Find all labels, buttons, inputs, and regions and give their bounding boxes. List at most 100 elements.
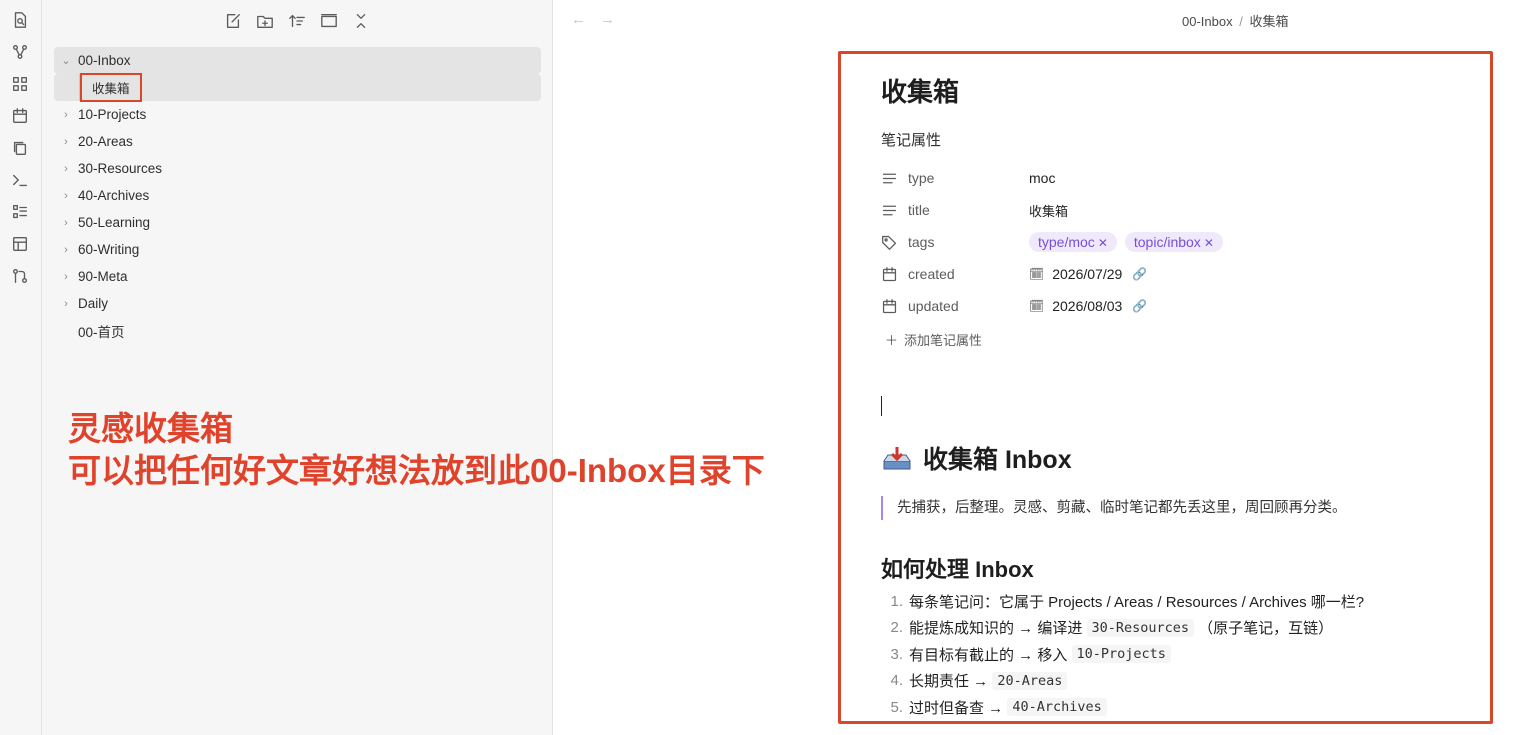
file-search-icon[interactable] [11,11,31,31]
property-row-title: title 收集箱 [881,194,1461,226]
property-key[interactable]: created [908,266,955,282]
checklist-icon[interactable] [11,203,31,223]
annotation-line-2: 可以把任何好文章好想法放到此00-Inbox目录下 [68,452,765,489]
tree-folder-50-learning[interactable]: › 50-Learning [54,209,541,236]
tree-item-label: 00-首页 [78,324,125,340]
tree-folder-60-writing[interactable]: › 60-Writing [54,236,541,263]
property-value[interactable]: moc [1029,170,1055,186]
tag-pill[interactable]: topic/inbox ✕ [1124,232,1223,252]
forward-arrow-icon[interactable]: → [600,11,615,28]
new-note-icon[interactable] [224,12,244,32]
breadcrumb-file[interactable]: 收集箱 [1249,14,1288,29]
property-row-tags: tags type/moc ✕ topic/inbox ✕ [881,226,1461,258]
chevron-right-icon: › [64,135,68,148]
property-value: type/moc ✕ topic/inbox ✕ [1029,232,1225,252]
list-item: 2. 能提炼成知识的 → 编译进 30-Resources （原子笔记，互链） [890,618,1334,638]
property-row-type: type moc [881,162,1461,194]
property-key[interactable]: type [908,170,934,186]
collapse-icon[interactable] [320,12,340,32]
editor-header: ← → 00-Inbox / 收集箱 [553,0,1528,38]
chevron-right-icon: › [64,189,68,202]
property-key[interactable]: title [908,202,930,218]
breadcrumb-folder[interactable]: 00-Inbox [1182,14,1233,29]
git-icon[interactable] [11,267,31,287]
file-explorer-toolbar [224,12,372,32]
tree-folder-40-archives[interactable]: › 40-Archives [54,182,541,209]
layout-icon[interactable] [11,235,31,255]
plus-icon: ＋ [885,333,899,348]
property-row-created: created 🗓 2026/07/29 🔗 [881,258,1461,290]
list-item: 3. 有目标有截止的 → 移入 10-Projects [881,641,1461,668]
collapse-all-icon[interactable] [352,12,372,32]
sort-icon[interactable] [288,12,308,32]
add-property-button[interactable]: ＋ 添加笔记属性 [881,330,1461,349]
chevron-down-icon: ⌄ [61,55,71,67]
left-ribbon [0,0,42,735]
property-value[interactable]: 🗓 2026/07/29 🔗 [1029,266,1147,282]
tree-folder-daily[interactable]: › Daily [54,290,541,317]
inline-code: 30-Resources [1086,618,1195,637]
property-row-updated: updated 🗓 2026/08/03 🔗 [881,290,1461,322]
chevron-right-icon: › [64,108,68,121]
chevron-right-icon: › [64,270,68,283]
tree-folder-00-inbox[interactable]: ⌄ 00-Inbox [54,47,541,74]
list-item: 4. 长期责任 → 20-Areas [881,668,1461,695]
new-folder-icon[interactable] [256,12,276,32]
inbox-tray-icon [881,444,913,472]
calendar-icon[interactable] [11,107,31,127]
tree-file-home[interactable]: › 00-首页 [54,317,541,344]
tree-item-label: 50-Learning [78,215,151,230]
link-icon[interactable]: 🔗 [1132,267,1147,281]
note-editor: 收集箱 笔记属性 type moc title 收集箱 tags type/mo… [881,54,1461,721]
blockquote: 先捕获，后整理。灵感、剪藏、临时笔记都先丢这里，周回顾再分类。 [881,496,1461,520]
inline-code: 40-Archives [1007,698,1107,717]
file-tree: ⌄ 00-Inbox 收集箱 › 10-Projects › 20-Areas … [54,47,541,344]
properties-heading: 笔记属性 [881,132,942,149]
tree-folder-10-projects[interactable]: › 10-Projects [54,101,541,128]
grid-icon[interactable] [11,75,31,95]
property-value[interactable]: 🗓 2026/08/03 🔗 [1029,298,1147,314]
text-lines-icon [882,205,897,215]
chevron-right-icon: › [64,297,68,310]
tag-pill[interactable]: type/moc ✕ [1029,232,1117,252]
terminal-icon[interactable] [11,171,31,191]
tree-item-label: 收集箱 [80,73,142,102]
inline-code: 20-Areas [992,671,1068,690]
chevron-right-icon: › [64,216,68,229]
list-item: 5. 过时但备查 → 40-Archives [881,694,1461,721]
breadcrumb-separator: / [1239,14,1243,29]
text-lines-icon [882,173,897,183]
tree-indent-guide [54,74,80,101]
inline-code: 10-Projects [1071,645,1171,664]
tree-folder-30-resources[interactable]: › 30-Resources [54,155,541,182]
chevron-right-icon: › [64,243,68,256]
remove-tag-icon[interactable]: ✕ [1098,236,1108,250]
copy-icon[interactable] [11,139,31,159]
tag-icon [882,235,897,250]
calendar-icon [882,298,897,313]
tree-folder-90-meta[interactable]: › 90-Meta [54,263,541,290]
heading-how-to: 如何处理 Inbox [881,557,1034,582]
tree-file-shoujixiang[interactable]: 收集箱 [54,73,541,102]
text-cursor [881,396,882,416]
tree-item-label: 40-Archives [78,188,150,203]
graph-icon[interactable] [11,43,31,63]
tree-item-label: 10-Projects [78,107,147,122]
remove-tag-icon[interactable]: ✕ [1204,236,1214,250]
link-icon[interactable]: 🔗 [1132,299,1147,313]
date-icon: 🗓 [1029,299,1045,313]
tree-item-label: 90-Meta [78,269,128,284]
tree-item-label: Daily [78,296,109,311]
note-title[interactable]: 收集箱 [881,72,1461,109]
tree-folder-20-areas[interactable]: › 20-Areas [54,128,541,155]
date-icon: 🗓 [1029,267,1045,281]
tree-item-label: 60-Writing [78,242,140,257]
back-arrow-icon[interactable]: ← [571,11,586,28]
calendar-icon [882,266,897,281]
chevron-right-icon: › [64,162,68,175]
highlight-frame: 收集箱 笔记属性 type moc title 收集箱 tags type/mo… [838,51,1493,724]
heading-inbox: 收集箱 Inbox [881,440,1461,476]
property-value[interactable]: 收集箱 [1029,201,1068,220]
property-key[interactable]: tags [908,234,934,250]
property-key[interactable]: updated [908,298,959,314]
